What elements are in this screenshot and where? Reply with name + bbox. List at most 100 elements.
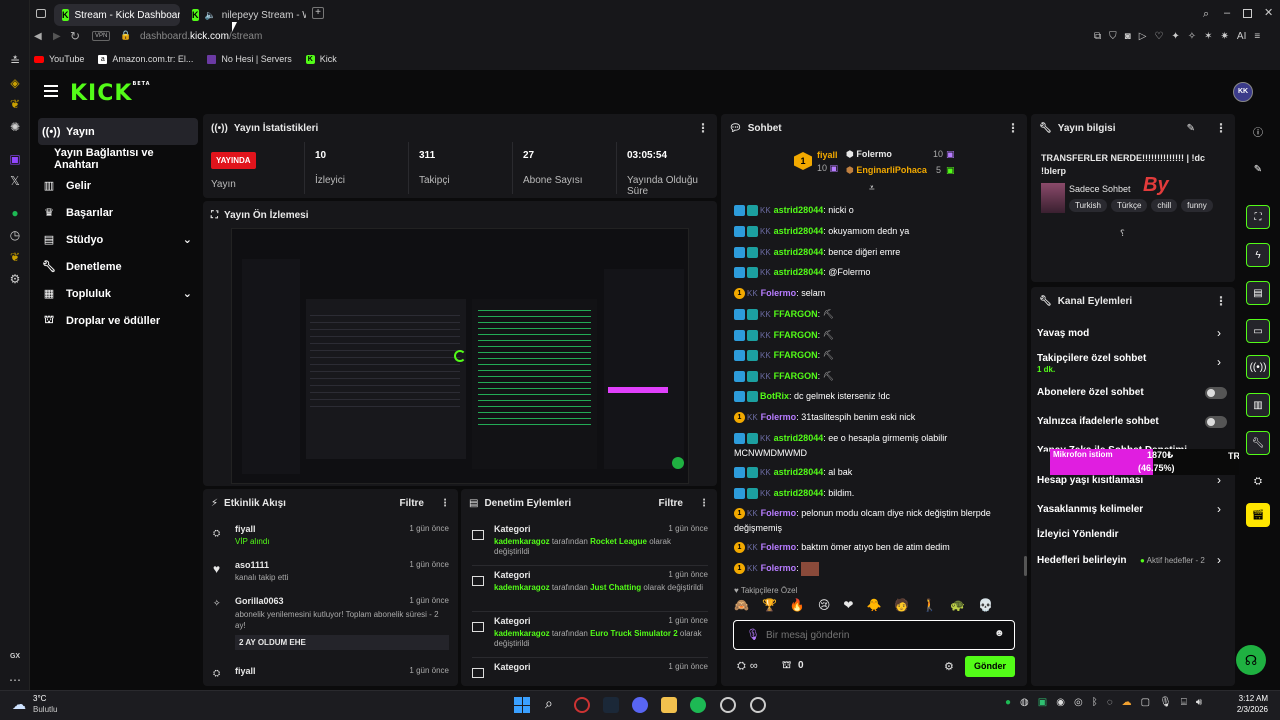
goals-option[interactable]: Hedefleri belirleyin xyxy=(1037,555,1126,566)
tray-app-icon[interactable]: ◍ xyxy=(1020,697,1029,708)
nav-item-studyo[interactable]: ▤ Stüdyo ⌄ xyxy=(38,226,198,253)
twitch-icon[interactable]: ▣ xyxy=(8,152,22,166)
tag-chip[interactable]: funny xyxy=(1181,199,1213,212)
minimize-button[interactable]: – xyxy=(1224,7,1230,19)
emote-icon[interactable]: 💀 xyxy=(978,598,993,612)
stream-preview-video[interactable] xyxy=(231,228,689,484)
new-tab-button[interactable]: + xyxy=(312,7,324,19)
heart-icon[interactable]: ♡ xyxy=(1154,31,1163,42)
nav-item-stream-key[interactable]: Yayın Bağlantısı ve Anahtarı xyxy=(38,145,198,172)
emote-icon[interactable]: 🐥 xyxy=(866,598,881,612)
user-avatar[interactable]: KK xyxy=(1233,82,1253,102)
bookmark-kick[interactable]: K Kick xyxy=(305,54,337,64)
back-button[interactable]: ◀ xyxy=(34,31,42,42)
edit-pencil-icon[interactable]: ✎ xyxy=(1187,123,1195,134)
settings-taskbar-icon[interactable] xyxy=(750,697,766,713)
chat-settings-gear-icon[interactable]: ⚙ xyxy=(944,660,954,673)
sidebar-tool-icon[interactable]: ≛ xyxy=(8,54,22,68)
chat-username[interactable]: FFARGON xyxy=(774,330,818,340)
chevron-right-icon[interactable]: › xyxy=(1217,355,1221,369)
moderation-icon[interactable]: ▥ xyxy=(1246,393,1270,417)
sidebar-ext2-icon[interactable]: ✺ xyxy=(8,120,22,134)
users-icon[interactable]: ⛭ xyxy=(737,660,746,672)
extension-icon-2[interactable]: ✧ xyxy=(1188,31,1196,42)
more-icon[interactable]: ⋯ xyxy=(8,673,22,687)
sidebar-aria-icon[interactable]: ◈ xyxy=(8,76,22,90)
broadcast-icon[interactable]: ((•)) xyxy=(1246,355,1270,379)
tag-chip[interactable]: Türkçe xyxy=(1110,199,1148,212)
clock[interactable]: 3:12 AM 2/3/2026 xyxy=(1224,694,1268,714)
forward-button[interactable]: ▶ xyxy=(53,31,61,42)
adblock-shield-icon[interactable]: ⛉ xyxy=(1109,31,1117,42)
tray-volume-icon[interactable]: 🔊︎ xyxy=(1196,697,1202,708)
extension-icon-3[interactable]: ✶ xyxy=(1204,31,1212,42)
document-icon[interactable]: ▤ xyxy=(1246,281,1270,305)
chat-username[interactable]: Folermo xyxy=(761,288,797,298)
chevron-right-icon[interactable]: › xyxy=(1217,326,1221,340)
category-name[interactable]: Just Chatting xyxy=(590,583,641,592)
chat-username[interactable]: Folermo xyxy=(761,508,797,518)
tray-app3-icon[interactable]: ◎ xyxy=(1074,697,1083,708)
extension-icon-4[interactable]: ✷ xyxy=(1221,31,1229,42)
history-icon[interactable]: ◷ xyxy=(8,228,22,242)
tray-nvidia-icon[interactable]: ▣ xyxy=(1038,697,1047,708)
camera-icon[interactable]: ◙ xyxy=(1125,31,1131,42)
emoji-picker-icon[interactable]: ☻ xyxy=(994,628,1005,639)
help-support-button[interactable]: ☊ xyxy=(1236,645,1266,675)
moderator-name[interactable]: kademkaragoz xyxy=(494,629,550,638)
x-twitter-icon[interactable]: 𝕏 xyxy=(8,174,22,188)
emote-icon[interactable]: 🧑 xyxy=(894,598,909,612)
tray-bluetooth-icon[interactable]: ᛒ xyxy=(1092,697,1098,708)
sidebar-ext3-icon[interactable]: ❦ xyxy=(8,250,22,264)
app-icon[interactable] xyxy=(720,697,736,713)
chevron-right-icon[interactable]: › xyxy=(1217,553,1221,567)
screenshot-icon[interactable]: ⧉ xyxy=(1094,31,1101,42)
nav-item-denetleme[interactable]: 🔧︎ Denetleme xyxy=(38,253,198,280)
tray-mic-icon[interactable]: 🎙︎ xyxy=(1159,697,1172,708)
emotes-only-toggle[interactable] xyxy=(1205,416,1227,428)
tray-network-icon[interactable]: ⌸ xyxy=(1181,697,1187,708)
play-icon[interactable]: ▷ xyxy=(1139,31,1147,42)
chat-username[interactable]: astrid28044 xyxy=(774,247,824,257)
emote-icon[interactable]: 🐢 xyxy=(950,598,965,612)
collapse-leaderboard-icon[interactable]: ⩡ xyxy=(869,183,875,194)
taskbar-search-icon[interactable]: ⌕ xyxy=(545,695,553,712)
emote-icon[interactable]: 😢 xyxy=(818,598,831,612)
spotify-taskbar-icon[interactable] xyxy=(690,697,706,713)
moderator-name[interactable]: kademkaragoz xyxy=(494,583,550,592)
maximize-button[interactable] xyxy=(1243,9,1252,18)
nav-item-droplar[interactable]: ⛫ Droplar ve ödüller xyxy=(38,307,198,334)
chevron-down-icon[interactable]: ⌄ xyxy=(183,287,192,300)
reload-button[interactable]: ↻ xyxy=(70,29,80,43)
spotify-icon[interactable]: ● xyxy=(8,206,22,220)
lightning-icon[interactable]: ϟ xyxy=(1246,243,1270,267)
focus-icon[interactable]: ⛶ xyxy=(1246,205,1270,229)
tray-cloud-icon[interactable]: ☁ xyxy=(1122,697,1132,708)
users-icon[interactable]: ⛭ xyxy=(1246,469,1270,493)
banned-words-option[interactable]: Yasaklanmış kelimeler xyxy=(1037,504,1143,515)
bookmark-nohesi[interactable]: No Hesi | Servers xyxy=(207,54,292,64)
tray-app2-icon[interactable]: ◉ xyxy=(1056,697,1065,708)
chevron-right-icon[interactable]: › xyxy=(1217,502,1221,516)
tab-manager-icon[interactable] xyxy=(36,9,46,18)
nav-item-gelir[interactable]: ▥ Gelir xyxy=(38,172,198,199)
kick-logo[interactable]: KICKBETA xyxy=(70,81,151,106)
bookmark-amazon[interactable]: a Amazon.com.tr: El... xyxy=(98,54,193,64)
emote-icon[interactable]: 🏆 xyxy=(762,598,777,612)
chat-icon[interactable]: ▭ xyxy=(1246,319,1270,343)
hamburger-menu-icon[interactable] xyxy=(44,85,58,97)
chat-username[interactable]: astrid28044 xyxy=(774,267,824,277)
nav-item-basarilar[interactable]: ♛ Başarılar xyxy=(38,199,198,226)
microphone-icon[interactable]: 🎙︎ xyxy=(746,628,760,641)
category-name[interactable]: Rocket League xyxy=(590,537,647,546)
file-explorer-icon[interactable] xyxy=(661,697,677,713)
opera-gx-icon[interactable] xyxy=(574,697,590,713)
more-options-icon[interactable]: ⋮ xyxy=(697,121,709,135)
bookmark-youtube[interactable]: YouTube xyxy=(34,54,84,64)
channel-points[interactable]: ⛫ 0 xyxy=(782,660,804,673)
tray-app4-icon[interactable]: ◌ xyxy=(1107,697,1113,708)
gx-label[interactable]: GX xyxy=(7,650,23,664)
more-options-icon[interactable]: ⋮ xyxy=(440,498,450,509)
moderator-name[interactable]: kademkaragoz xyxy=(494,537,550,546)
sidebar-ext-icon[interactable]: ❦ xyxy=(8,97,22,111)
